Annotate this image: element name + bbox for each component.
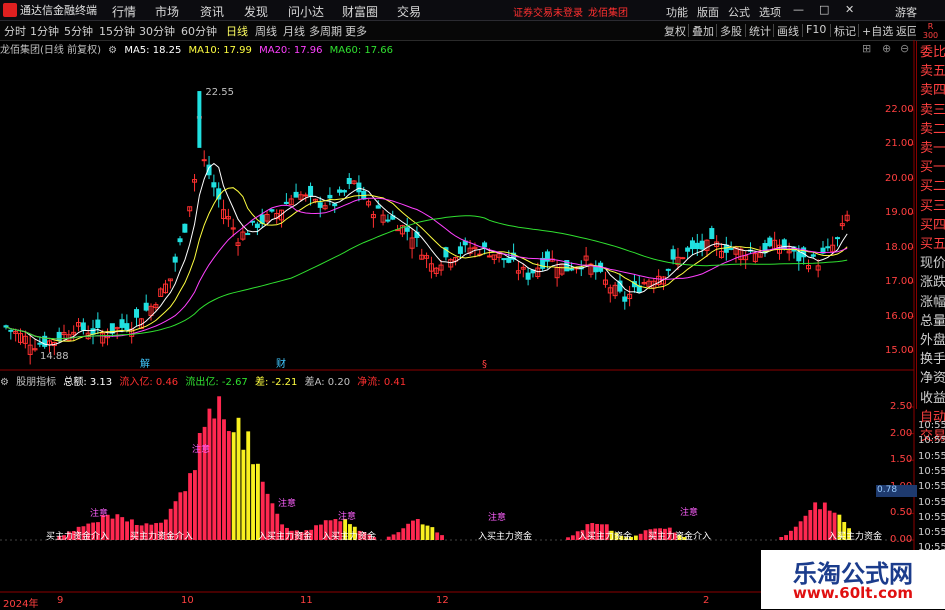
sub-tick: 1.50 [890, 454, 913, 466]
quote-field: 涨跌 [920, 275, 945, 291]
ma5-label: MA5: 18.25 [124, 45, 182, 56]
quote-field: 净资 [920, 371, 945, 387]
svg-text:14.88: 14.88 [40, 351, 69, 362]
svg-text:买主力资金介入: 买主力资金介入 [648, 530, 711, 542]
sub-tick: 0.00 [890, 534, 913, 545]
quote-field: 外盘 [920, 333, 945, 348]
svg-text:买主力资金介入: 买主力资金介入 [46, 530, 109, 542]
date-axis-tick: 12 [436, 595, 449, 606]
svg-text:入买主力资金: 入买主力资金 [258, 530, 312, 542]
quote-field: 现价 [920, 256, 945, 272]
price-tick: 18.00 [885, 241, 914, 253]
quote-field: 换手 [920, 352, 945, 368]
price-tick: 17.00 [885, 276, 914, 288]
grid-icon[interactable]: ⊞ [862, 42, 871, 55]
zoom-in-icon[interactable]: ⊕ [882, 42, 891, 55]
trade-highlight: 0.78 [876, 485, 917, 497]
trade-time: 10:55 [918, 511, 945, 523]
quote-field: 买一 [920, 160, 945, 176]
quote-field: 卖四 [920, 83, 945, 99]
svg-text:买主力资金介入: 买主力资金介入 [130, 530, 193, 542]
price-tick: 20.00 [885, 172, 914, 184]
main-legend: 龙佰集团(日线 前复权) ⚙ MA5: 18.25 MA10: 17.99 MA… [0, 41, 397, 56]
quote-field: 买二 [920, 179, 945, 195]
settings-icon[interactable]: ⚙ [108, 45, 117, 56]
svg-text:22.55: 22.55 [205, 87, 234, 98]
zoom-out-icon[interactable]: ⊖ [900, 42, 909, 55]
trade-time: 10:55 [918, 420, 945, 431]
svg-text:注意: 注意 [488, 511, 506, 523]
diffa-value: 差A: 0.20 [304, 377, 351, 388]
quote-field: 卖二 [920, 121, 945, 137]
svg-text:注意: 注意 [278, 497, 296, 509]
sub-tick: 2.00 [890, 427, 913, 439]
stock-chart[interactable]: 22.5514.88解财 § 注意注意注意注意 注意 注意买主力资金介入 买主力资金介入… [0, 0, 945, 609]
quote-field: 涨幅 [920, 294, 945, 310]
inflow-value: 流入亿: 0.46 [119, 377, 179, 388]
svg-text:注意: 注意 [680, 506, 698, 518]
trade-time: 10:55 [918, 435, 945, 447]
price-tick: 21.00 [885, 138, 914, 150]
ma10-label: MA10: 17.99 [188, 45, 252, 56]
trade-time: 10:55 [918, 450, 945, 462]
trade-time: 10:55 [918, 527, 945, 539]
sub-tick: 0.50 [890, 507, 913, 519]
quote-field: 收益 [920, 390, 945, 406]
ma20-label: MA20: 17.96 [259, 45, 323, 56]
trade-time: 10:55 [918, 481, 945, 493]
outflow-value: 流出亿: -2.67 [185, 377, 248, 388]
date-axis-tick: 9 [57, 595, 64, 606]
r-badge: R 300 [916, 22, 945, 40]
stock-title: 龙佰集团(日线 前复权) [0, 45, 101, 56]
svg-text:注意: 注意 [90, 507, 108, 519]
svg-text:财: 财 [276, 357, 286, 370]
sub-legend: ⚙ 股朋指标 总额: 3.13 流入亿: 0.46 流出亿: -2.67 差: … [0, 373, 410, 388]
svg-text:入买主力资金: 入买主力资金 [578, 530, 632, 542]
quote-field: 卖三 [920, 102, 945, 118]
ma60-label: MA60: 17.66 [329, 45, 394, 56]
quote-field: 委比 [920, 45, 945, 60]
svg-text:§: § [482, 359, 487, 370]
svg-text:注意: 注意 [192, 443, 210, 455]
svg-text:解: 解 [140, 357, 150, 370]
date-axis-tick: 2 [703, 595, 710, 606]
svg-text:注意: 注意 [338, 510, 356, 522]
quote-field: 买三 [920, 198, 945, 214]
sub-tick: 2.50 [890, 401, 913, 412]
price-tick: 16.00 [885, 310, 914, 322]
date-axis-tick: 11 [300, 595, 313, 606]
indicator-title: 股朋指标 [16, 377, 57, 388]
quote-field: 买五 [920, 237, 945, 252]
diff-value: 差: -2.21 [254, 377, 298, 388]
watermark-ad: 乐淘公式网 www.60lt.com [761, 550, 945, 609]
svg-text:入买主力资金: 入买主力资金 [478, 530, 532, 542]
quote-field: 卖一 [920, 141, 945, 156]
net-value: 净流: 0.41 [357, 377, 407, 388]
date-axis-year: 2024年 [3, 599, 39, 610]
quote-field: 总量 [920, 313, 945, 329]
quote-field: 卖五 [920, 64, 945, 80]
quote-field: 买四 [920, 217, 945, 233]
svg-text:入买主力资金: 入买主力资金 [322, 530, 376, 542]
date-axis-tick: 10 [181, 595, 194, 606]
svg-text:入买主力资金: 入买主力资金 [828, 530, 882, 542]
sub-settings-icon[interactable]: ⚙ [0, 377, 9, 388]
trade-time: 10:55 [918, 496, 945, 508]
trade-time: 10:55 [918, 465, 945, 477]
price-tick: 15.00 [885, 345, 914, 356]
price-tick: 22.00 [885, 104, 914, 115]
price-tick: 19.00 [885, 207, 914, 219]
watermark-url: www.60lt.com [792, 584, 914, 602]
quote-panel: 委比 卖五 卖四 卖三 卖二 卖一 买一 买二 买三 买四 买五 现价 涨跌 涨幅 总量 外盘 换手 净资 收益 自动… [916, 41, 945, 444]
total-value: 总额: 3.13 [63, 377, 113, 388]
